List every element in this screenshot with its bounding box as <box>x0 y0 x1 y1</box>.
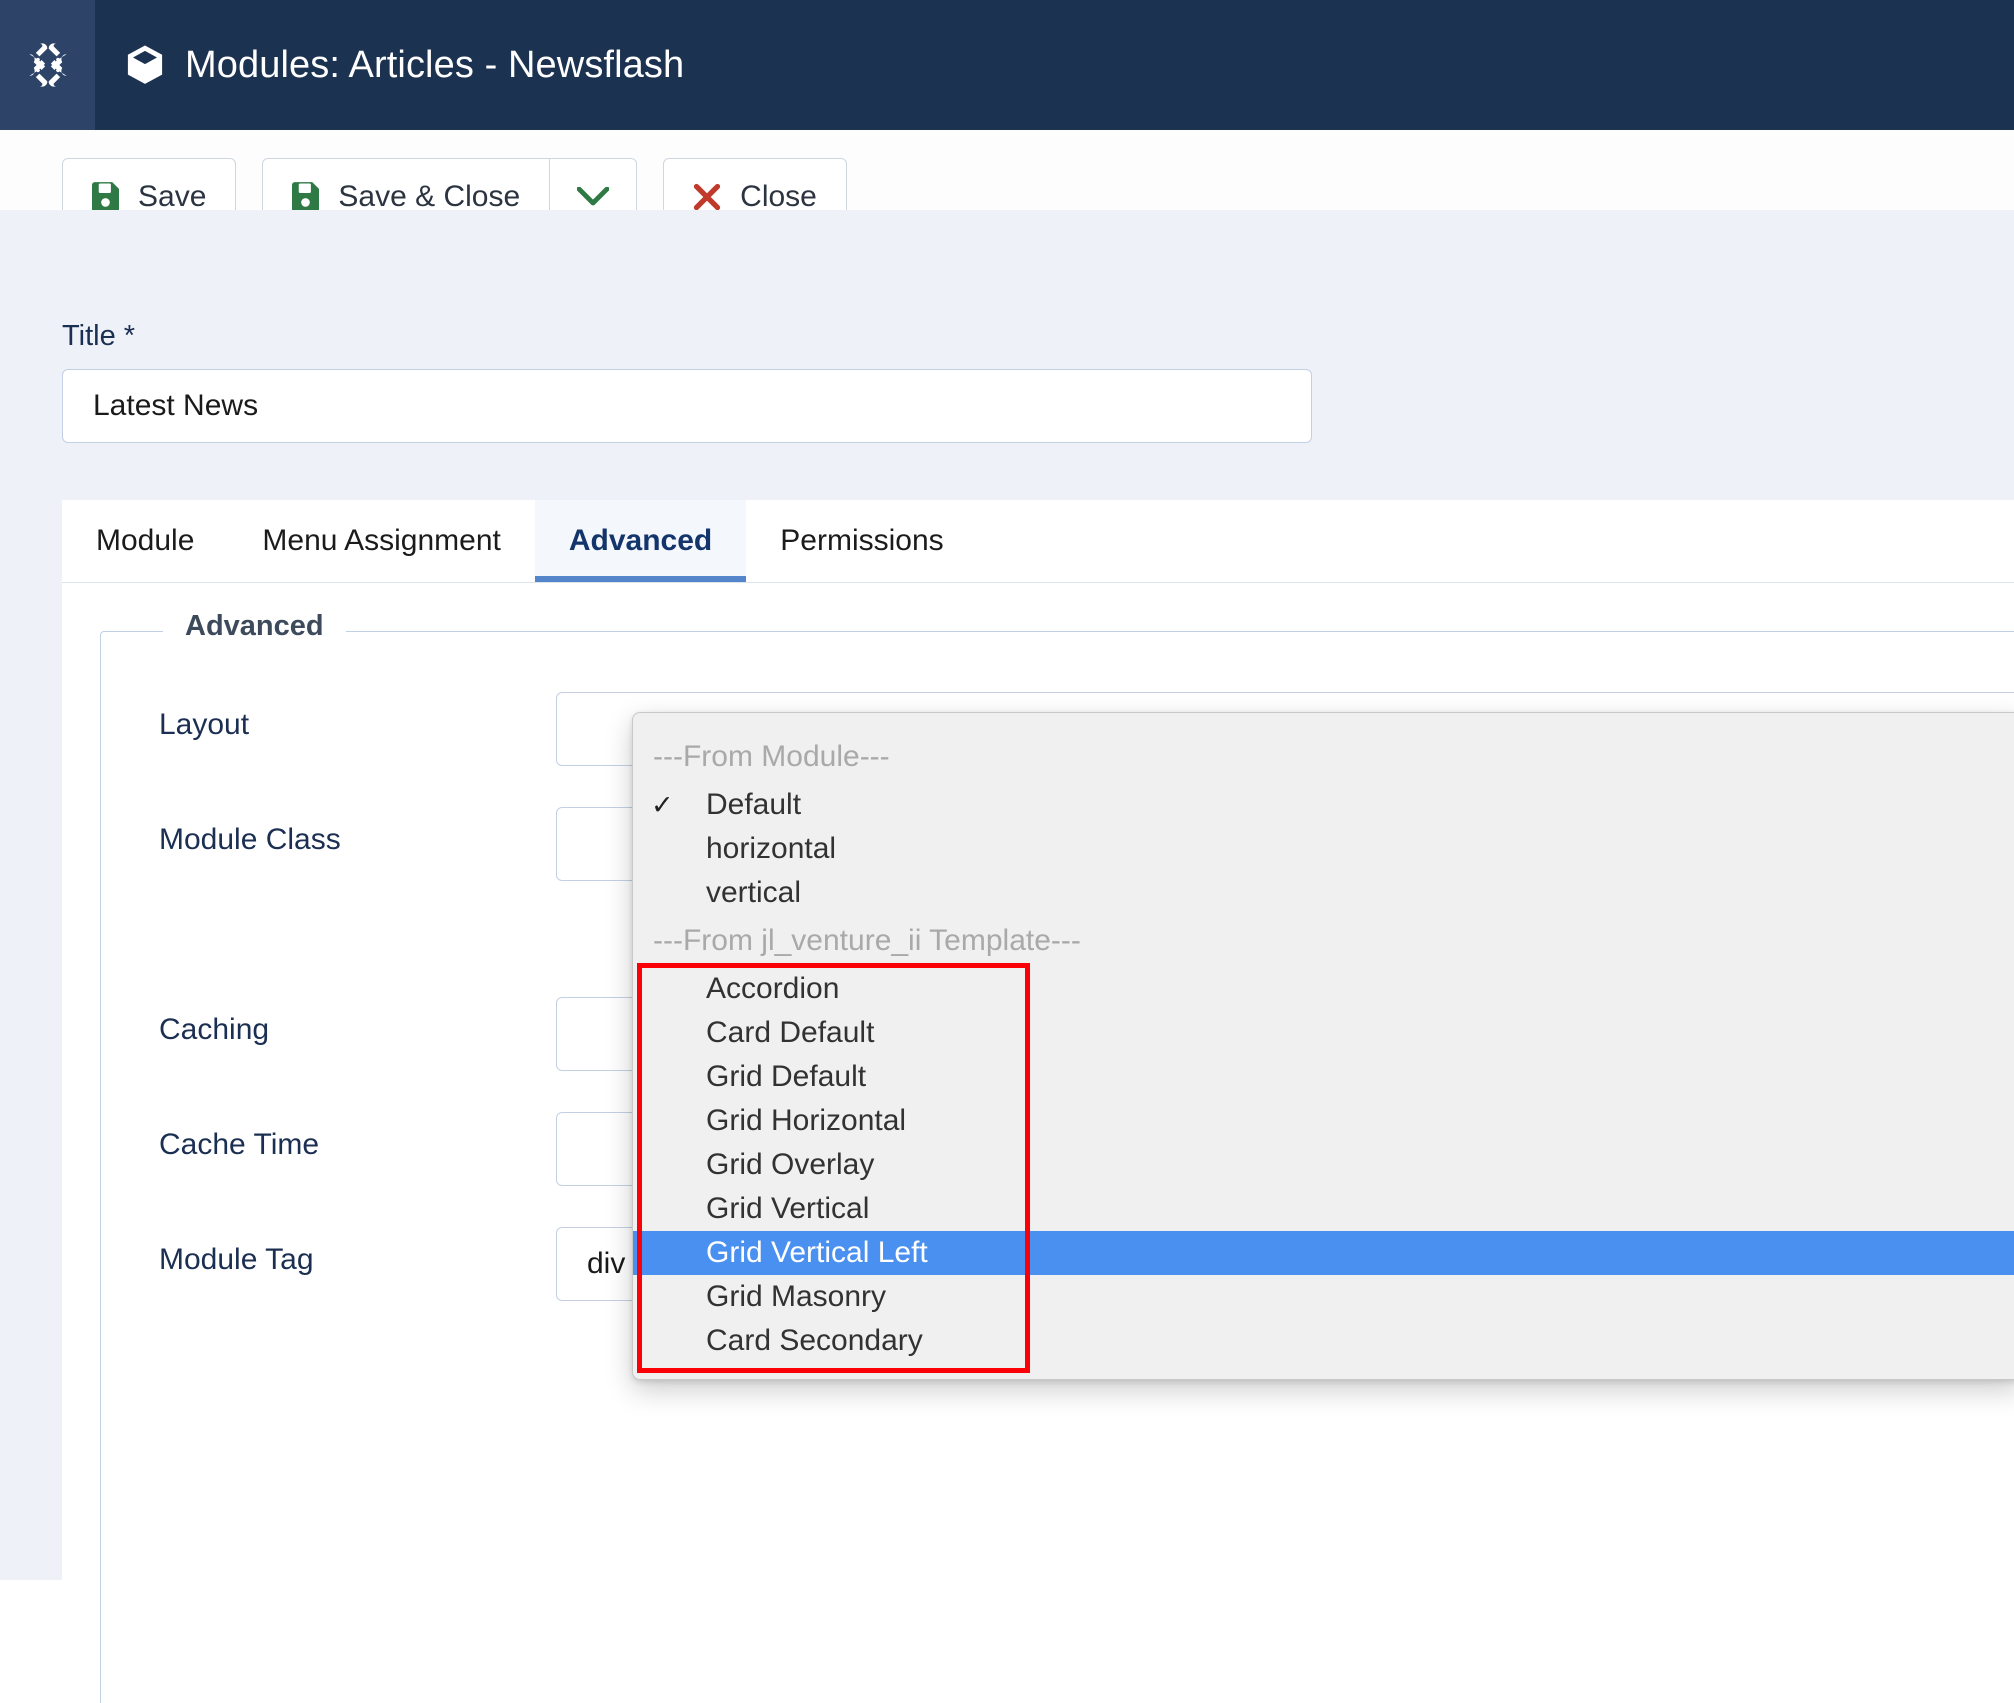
save-and-close-button-label: Save & Close <box>338 180 521 213</box>
app-header: Modules: Articles - Newsflash <box>0 0 2014 130</box>
page-title: Modules: Articles - Newsflash <box>185 43 685 86</box>
tab-advanced[interactable]: Advanced <box>534 500 747 582</box>
tab-bar: Module Menu Assignment Advanced Permissi… <box>62 500 2014 583</box>
title-input[interactable] <box>62 369 1312 443</box>
title-label: Title * <box>62 320 136 352</box>
dropdown-option-grid-default[interactable]: Grid Default <box>633 1055 2014 1099</box>
dropdown-group-label-from-template: ---From jl_venture_ii Template--- <box>653 924 1081 957</box>
floppy-disk-icon <box>92 182 119 212</box>
advanced-fieldset-legend: Advanced <box>163 610 346 643</box>
dropdown-option-grid-horizontal[interactable]: Grid Horizontal <box>633 1099 2014 1143</box>
dropdown-group-label-from-module: ---From Module--- <box>653 740 890 773</box>
layout-select-dropdown[interactable]: ---From Module--- Default horizontal ver… <box>632 712 2014 1380</box>
cube-icon <box>127 45 163 84</box>
floppy-disk-icon <box>292 182 320 212</box>
tab-permissions[interactable]: Permissions <box>746 500 977 582</box>
dropdown-option-vertical[interactable]: vertical <box>633 871 2014 915</box>
dropdown-option-card-secondary[interactable]: Card Secondary <box>633 1319 2014 1363</box>
dropdown-option-card-default[interactable]: Card Default <box>633 1011 2014 1055</box>
layout-label: Layout <box>159 708 250 741</box>
module-class-label: Module Class <box>159 823 341 856</box>
tab-menu-assignment[interactable]: Menu Assignment <box>228 500 534 582</box>
joomla-logo-icon <box>28 43 67 87</box>
chevron-down-icon <box>577 187 610 206</box>
dropdown-option-grid-masonry[interactable]: Grid Masonry <box>633 1275 2014 1319</box>
dropdown-option-grid-vertical-left[interactable]: Grid Vertical Left <box>633 1231 2014 1275</box>
title-field-group: Title * <box>62 320 1312 443</box>
close-button-label: Close <box>740 180 817 213</box>
header-title-wrap: Modules: Articles - Newsflash <box>95 44 684 87</box>
dropdown-option-accordion[interactable]: Accordion <box>633 967 2014 1011</box>
dropdown-option-default[interactable]: Default <box>633 783 2014 827</box>
module-tag-label: Module Tag <box>159 1243 314 1276</box>
dropdown-option-grid-vertical[interactable]: Grid Vertical <box>633 1187 2014 1231</box>
dropdown-option-horizontal[interactable]: horizontal <box>633 827 2014 871</box>
toolbar: Save Save & Close Close <box>0 130 2014 236</box>
caching-label: Caching <box>159 1013 270 1046</box>
tab-module[interactable]: Module <box>62 500 228 582</box>
x-mark-icon <box>694 183 721 211</box>
dropdown-option-grid-overlay[interactable]: Grid Overlay <box>633 1143 2014 1187</box>
cache-time-label: Cache Time <box>159 1128 320 1161</box>
joomla-logo-container[interactable] <box>0 0 95 130</box>
save-button-label: Save <box>138 180 207 213</box>
